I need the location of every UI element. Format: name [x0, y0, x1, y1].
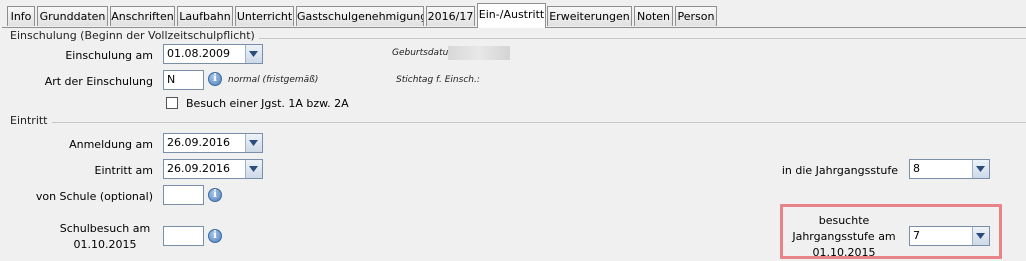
tab-2016-17[interactable]: 2016/17: [426, 6, 475, 26]
chevron-down-icon[interactable]: [245, 160, 262, 178]
besuchte-label-line1: besuchte: [818, 214, 870, 227]
von-schule-label: von Schule (optional): [35, 190, 153, 203]
jahrgangsstufe-select[interactable]: 8: [909, 159, 990, 179]
anmeldung-am-datepicker[interactable]: 26.09.2016: [163, 133, 263, 153]
tab-strip: Info Grunddaten Anschriften Laufbahn Unt…: [0, 0, 1026, 28]
schulbesuch-label-line1: Schulbesuch am: [59, 222, 151, 235]
art-description: normal (fristgemäß): [228, 75, 319, 85]
art-der-einschulung-value: N: [167, 73, 176, 86]
einschulung-am-value: 01.08.2009: [167, 47, 230, 60]
eintritt-am-value: 26.09.2016: [167, 162, 230, 175]
einschulung-am-label: Einschulung am: [65, 49, 153, 62]
besuchte-label-line2: Jahrgangsstufe am: [792, 230, 896, 243]
chevron-down-icon[interactable]: [245, 45, 262, 63]
chevron-down-icon[interactable]: [972, 227, 989, 245]
jahrgangsstufe-value: 8: [913, 162, 920, 175]
tab-gastschulgenehmigung[interactable]: Gastschulgenehmigung: [296, 6, 424, 26]
eintritt-am-datepicker[interactable]: 26.09.2016: [163, 159, 263, 179]
tab-grunddaten[interactable]: Grunddaten: [37, 6, 108, 26]
tab-ein-austritt[interactable]: Ein-/Austritt: [477, 3, 546, 28]
art-der-einschulung-field[interactable]: N: [163, 70, 204, 90]
besuchte-jahrgangsstufe-select[interactable]: 7: [909, 226, 990, 246]
eintritt-am-label: Eintritt am: [94, 164, 153, 177]
besuch-jgst-label: Besuch einer Jgst. 1A bzw. 2A: [186, 97, 349, 110]
chevron-down-icon[interactable]: [972, 160, 989, 178]
jahrgangsstufe-label: in die Jahrgangsstufe: [781, 164, 898, 177]
tab-noten[interactable]: Noten: [634, 6, 673, 26]
einschulung-am-datepicker[interactable]: 01.08.2009: [163, 44, 263, 64]
chevron-down-icon[interactable]: [245, 134, 262, 152]
section-title-eintritt: Eintritt: [10, 114, 52, 127]
tab-person[interactable]: Person: [675, 6, 717, 26]
tab-info[interactable]: Info: [7, 6, 35, 26]
besuch-jgst-checkbox[interactable]: [166, 97, 178, 109]
schulbesuch-field[interactable]: [163, 226, 204, 246]
section-rule: [12, 122, 1026, 123]
info-icon[interactable]: i: [208, 188, 222, 202]
von-schule-field[interactable]: [163, 185, 204, 205]
stichtag-label: Stichtag f. Einsch.:: [396, 75, 480, 85]
info-icon[interactable]: i: [208, 229, 222, 243]
besuchte-jahrgangsstufe-label: besuchte Jahrgangsstufe am 01.10.2015: [783, 213, 905, 261]
tab-laufbahn[interactable]: Laufbahn: [177, 6, 233, 26]
art-der-einschulung-label: Art der Einschulung: [44, 75, 153, 88]
section-title-einschulung: Einschulung (Beginn der Vollzeitschulpfl…: [10, 29, 259, 42]
tab-unterricht[interactable]: Unterricht: [235, 6, 294, 26]
anmeldung-am-value: 26.09.2016: [167, 136, 230, 149]
besuchte-jahrgangsstufe-value: 7: [913, 229, 920, 242]
schulbesuch-label: Schulbesuch am 01.10.2015: [50, 221, 160, 253]
schulbesuch-label-line2: 01.10.2015: [73, 238, 137, 251]
info-icon[interactable]: i: [208, 72, 222, 86]
tab-erweiterungen[interactable]: Erweiterungen: [547, 6, 632, 26]
geburtsdatum-redacted: [448, 46, 510, 60]
anmeldung-am-label: Anmeldung am: [69, 138, 153, 151]
tab-anschriften[interactable]: Anschriften: [110, 6, 175, 26]
